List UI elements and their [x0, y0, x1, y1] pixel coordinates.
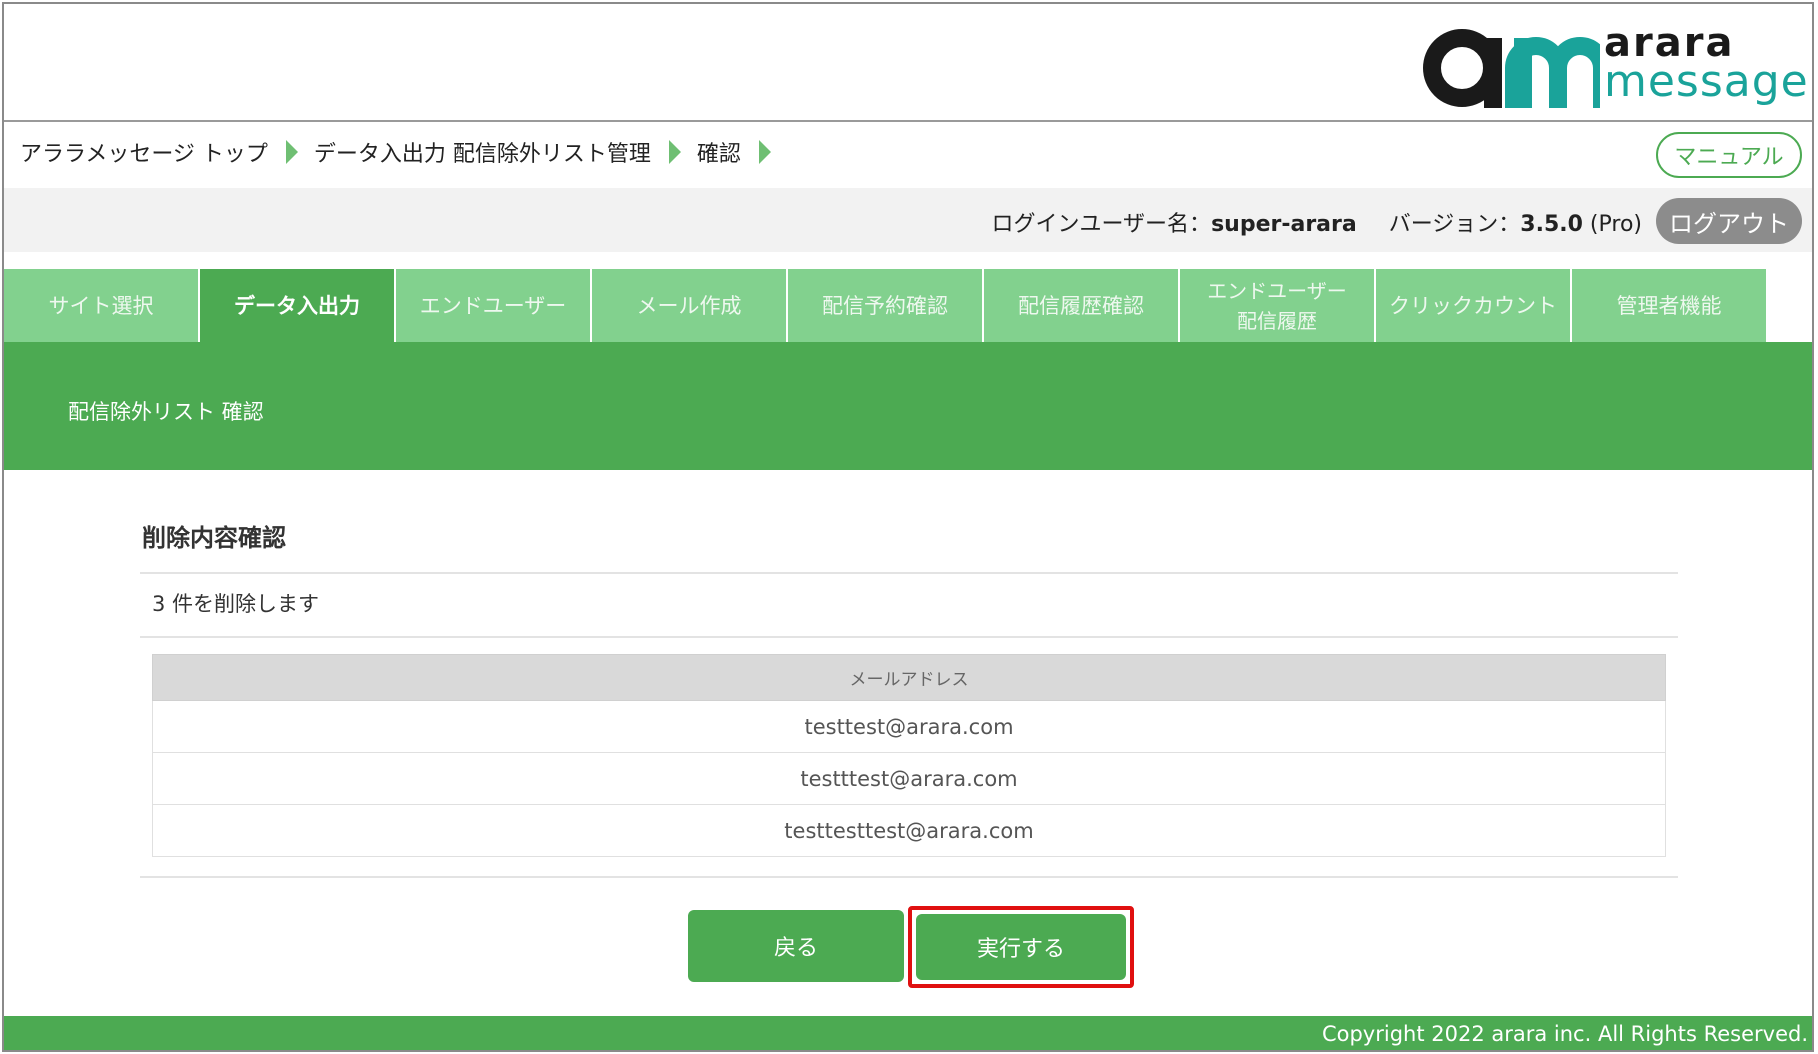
version-value: 3.5.0	[1520, 212, 1583, 237]
table-row: testttest@arara.com	[152, 752, 1666, 805]
am-logo-mark-icon	[1423, 29, 1600, 108]
tab-click-count[interactable]: クリックカウント	[1376, 269, 1572, 342]
copyright-text: Copyright 2022 arara inc. All Rights Res…	[1321, 1022, 1808, 1046]
arara-message-logo[interactable]: arara message	[1422, 20, 1808, 110]
tab-mail-create[interactable]: メール作成	[592, 269, 788, 342]
logout-button[interactable]: ログアウト	[1656, 198, 1802, 244]
tab-delivery-history[interactable]: 配信履歴確認	[984, 269, 1180, 342]
breadcrumb-arrow-icon	[758, 140, 771, 164]
edition-label: (Pro)	[1589, 212, 1642, 237]
table-header-row: メールアドレス	[152, 654, 1666, 701]
login-info: ログインユーザー名：super-arara バージョン：3.5.0 (Pro)	[992, 206, 1643, 238]
breadcrumb-top-link[interactable]: アララメッセージ トップ	[20, 136, 268, 168]
divider	[140, 636, 1678, 638]
tab-end-user-history[interactable]: エンドユーザー 配信履歴	[1180, 269, 1376, 342]
tab-end-user[interactable]: エンドユーザー	[396, 269, 592, 342]
breadcrumb-arrow-icon	[668, 140, 681, 164]
table-row: testtesttest@arara.com	[152, 804, 1666, 857]
tab-delivery-reservation[interactable]: 配信予約確認	[788, 269, 984, 342]
main-nav-tabs: サイト選択 データ入出力 エンドユーザー メール作成 配信予約確認 配信履歴確認…	[4, 269, 1768, 342]
email-cell: testtesttest@arara.com	[152, 804, 1666, 857]
breadcrumb-current: 確認	[696, 142, 741, 167]
divider	[140, 876, 1678, 878]
login-bar: ログインユーザー名：super-arara バージョン：3.5.0 (Pro) …	[4, 188, 1812, 252]
tab-admin[interactable]: 管理者機能	[1572, 269, 1768, 342]
version-label: バージョン：	[1388, 212, 1521, 237]
logo-text-message: message	[1604, 56, 1809, 107]
column-header-email: メールアドレス	[152, 654, 1666, 701]
content-title: 削除内容確認	[142, 524, 286, 552]
breadcrumb-exclusion-list-link[interactable]: データ入出力 配信除外リスト管理	[314, 136, 651, 168]
table-row: testtest@arara.com	[152, 700, 1666, 753]
breadcrumb-arrow-icon	[285, 140, 298, 164]
tab-site-select[interactable]: サイト選択	[4, 269, 200, 342]
footer: Copyright 2022 arara inc. All Rights Res…	[4, 1016, 1812, 1050]
delete-count-text: 3 件を削除します	[152, 592, 320, 616]
execute-highlight-box: 実行する	[908, 906, 1134, 988]
breadcrumb: アララメッセージ トップ データ入出力 配信除外リスト管理 確認	[20, 134, 787, 170]
tab-data-io[interactable]: データ入出力	[200, 269, 396, 342]
login-user-name: super-arara	[1211, 212, 1357, 237]
section-header: 配信除外リスト 確認	[4, 342, 1812, 470]
execute-button[interactable]: 実行する	[916, 914, 1126, 980]
back-button[interactable]: 戻る	[688, 910, 904, 982]
section-title: 配信除外リスト 確認	[68, 400, 264, 424]
login-user-label: ログインユーザー名：	[991, 212, 1212, 237]
divider	[140, 572, 1678, 574]
email-cell: testtest@arara.com	[152, 700, 1666, 753]
email-cell: testttest@arara.com	[152, 752, 1666, 805]
app-window: arara message アララメッセージ トップ データ入出力 配信除外リス…	[2, 2, 1814, 1052]
email-table: メールアドレス testtest@arara.com testttest@ara…	[152, 654, 1666, 857]
page-header: arara message	[4, 4, 1812, 122]
manual-button[interactable]: マニュアル	[1656, 132, 1802, 178]
